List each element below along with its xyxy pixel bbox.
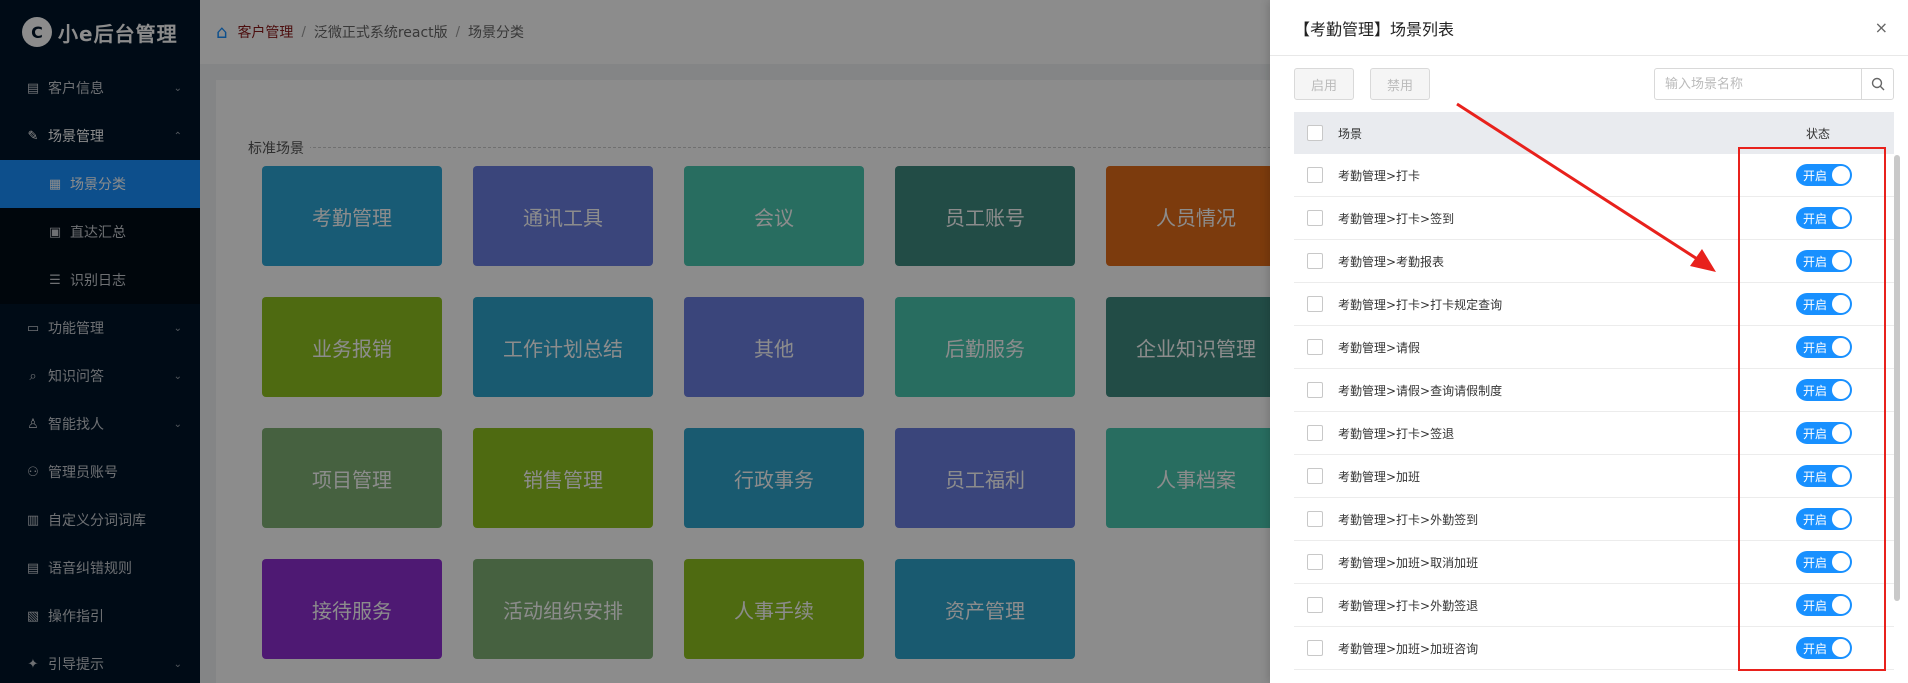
drawer-title: 【考勤管理】场景列表: [1294, 19, 1455, 39]
row-checkbox[interactable]: [1307, 468, 1323, 484]
scene-name: 考勤管理>打卡>签到: [1338, 211, 1455, 226]
scene-name: 考勤管理>打卡>外勤签退: [1338, 598, 1479, 613]
scene-name: 考勤管理>考勤报表: [1338, 254, 1445, 269]
scene-name: 考勤管理>打卡: [1338, 168, 1421, 183]
drawer-mask[interactable]: [0, 0, 1270, 683]
drawer-header: 【考勤管理】场景列表 ×: [1270, 0, 1908, 56]
row-checkbox[interactable]: [1307, 425, 1323, 441]
column-header-status: 状态: [1806, 126, 1831, 141]
row-checkbox[interactable]: [1307, 253, 1323, 269]
scene-name: 考勤管理>请假: [1338, 340, 1421, 355]
drawer-toolbar: 启用 禁用: [1294, 68, 1894, 100]
row-checkbox[interactable]: [1307, 339, 1323, 355]
enable-button[interactable]: 启用: [1294, 68, 1354, 100]
row-checkbox[interactable]: [1307, 597, 1323, 613]
row-checkbox[interactable]: [1307, 554, 1323, 570]
close-icon[interactable]: ×: [1875, 18, 1888, 37]
search-input[interactable]: [1655, 69, 1861, 99]
row-checkbox[interactable]: [1307, 640, 1323, 656]
row-checkbox[interactable]: [1307, 167, 1323, 183]
disable-button[interactable]: 禁用: [1370, 68, 1430, 100]
scene-name: 考勤管理>打卡>外勤签到: [1338, 512, 1479, 527]
scene-name: 考勤管理>打卡>打卡规定查询: [1338, 297, 1503, 312]
row-checkbox[interactable]: [1307, 511, 1323, 527]
row-checkbox[interactable]: [1307, 210, 1323, 226]
column-header-scene: 场景: [1338, 126, 1363, 141]
drawer-scrollbar[interactable]: [1894, 155, 1900, 601]
search-box: [1654, 68, 1894, 100]
select-all-checkbox[interactable]: [1307, 125, 1323, 141]
row-checkbox[interactable]: [1307, 296, 1323, 312]
scene-name: 考勤管理>加班>取消加班: [1338, 555, 1479, 570]
scene-name: 考勤管理>打卡>签退: [1338, 426, 1455, 441]
row-checkbox[interactable]: [1307, 382, 1323, 398]
scene-name: 考勤管理>请假>查询请假制度: [1338, 383, 1503, 398]
scene-name: 考勤管理>加班: [1338, 469, 1421, 484]
search-button[interactable]: [1861, 69, 1893, 99]
scene-name: 考勤管理>加班>加班咨询: [1338, 641, 1479, 656]
annotation-highlight-box: [1738, 147, 1886, 671]
search-icon: [1871, 77, 1884, 91]
